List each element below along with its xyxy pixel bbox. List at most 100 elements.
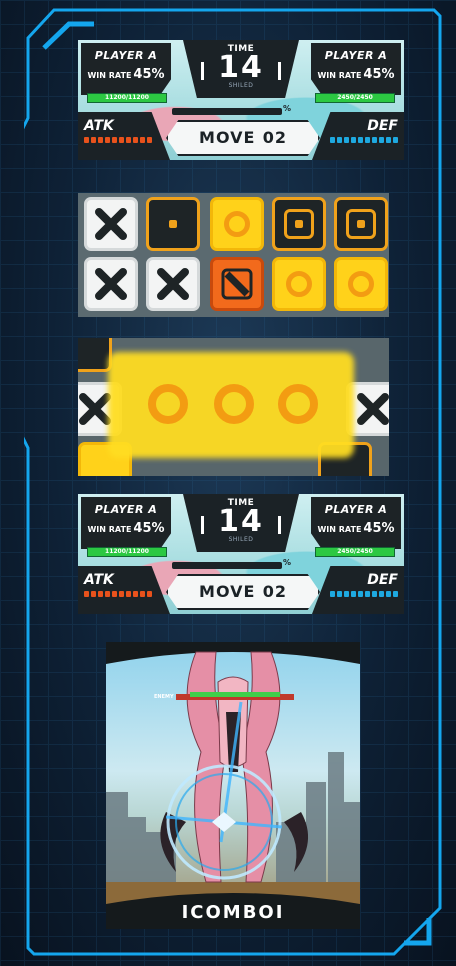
atk-pip <box>126 137 131 143</box>
winrate-value: 45% <box>363 521 395 536</box>
def-pip <box>365 137 370 143</box>
move-counter: MOVE 02 <box>166 120 320 156</box>
tile-board-blurred <box>78 338 389 476</box>
x-icon <box>157 268 189 300</box>
player-left-winrate: WIN RATE 45% <box>81 521 171 536</box>
winrate-value: 45% <box>133 67 165 82</box>
target-icon <box>348 271 374 297</box>
atk-pip <box>105 591 110 597</box>
tile-dot[interactable] <box>334 197 388 251</box>
tile-x[interactable] <box>84 197 138 251</box>
player-left-box: PLAYER A WIN RATE 45% <box>81 497 171 549</box>
player-left-hp-bar: 11200/11200 <box>87 547 167 557</box>
atk-pip <box>140 591 145 597</box>
atk-pip <box>133 591 138 597</box>
player-right-name: PLAYER A <box>324 503 388 516</box>
enemy-label: ENEMY <box>154 694 174 700</box>
winrate-value: 45% <box>133 521 165 536</box>
def-pip <box>365 591 370 597</box>
def-pip <box>344 591 349 597</box>
atk-pip <box>133 137 138 143</box>
atk-pips <box>84 137 152 143</box>
percent-sign: % <box>283 104 292 113</box>
player-right-box: PLAYER A WIN RATE 45% <box>311 43 401 95</box>
atk-pip <box>112 591 117 597</box>
slash-icon <box>221 268 253 300</box>
def-pip <box>330 137 335 143</box>
shield-bar <box>172 562 282 569</box>
tile-x[interactable] <box>146 257 200 311</box>
atk-label: ATK <box>84 118 114 134</box>
def-pip <box>337 137 342 143</box>
winrate-label: WIN RATE <box>317 525 362 534</box>
def-pips <box>330 137 398 143</box>
atk-pip <box>147 137 152 143</box>
tile-target[interactable] <box>210 197 264 251</box>
tile-x[interactable] <box>84 257 138 311</box>
shield-bar <box>172 108 282 115</box>
player-right-box: PLAYER A WIN RATE 45% <box>311 497 401 549</box>
timer-bar-right <box>278 516 281 534</box>
target-icon <box>224 211 250 237</box>
def-pip <box>379 137 384 143</box>
atk-pips <box>84 591 152 597</box>
tile-board[interactable] <box>78 193 389 317</box>
atk-label: ATK <box>84 572 114 588</box>
player-left-name: PLAYER A <box>94 49 158 62</box>
tile-target[interactable] <box>334 257 388 311</box>
atk-pip <box>91 591 96 597</box>
atk-pip <box>105 137 110 143</box>
shield-label: SHILED <box>228 82 254 89</box>
def-pip <box>358 591 363 597</box>
move-label: MOVE <box>199 128 256 147</box>
combo-text: ICOMBOI <box>181 902 285 923</box>
x-icon <box>357 393 389 425</box>
player-right-name: PLAYER A <box>324 49 388 62</box>
def-label: DEF <box>367 572 398 588</box>
player-right-winrate: WIN RATE 45% <box>311 67 401 82</box>
def-pip <box>337 591 342 597</box>
winrate-label: WIN RATE <box>87 525 132 534</box>
atk-pip <box>84 137 89 143</box>
def-pip <box>393 137 398 143</box>
tile-slash[interactable] <box>210 257 264 311</box>
tile-dot[interactable] <box>146 197 200 251</box>
move-value: 02 <box>262 128 287 147</box>
tile-target[interactable] <box>272 257 326 311</box>
timer-bar-right <box>278 62 281 80</box>
move-value: 02 <box>262 582 287 601</box>
winrate-label: WIN RATE <box>87 71 132 80</box>
def-pips <box>330 591 398 597</box>
atk-pip <box>119 591 124 597</box>
def-pip <box>344 137 349 143</box>
def-pip <box>351 137 356 143</box>
def-pip <box>330 591 335 597</box>
atk-pip <box>98 591 103 597</box>
def-pip <box>386 591 391 597</box>
hud-panel-top: PLAYER A WIN RATE 45% 11200/11200 TIME 14… <box>78 40 404 160</box>
atk-pip <box>112 137 117 143</box>
def-pip <box>351 591 356 597</box>
x-icon <box>79 393 111 425</box>
timer-box: TIME 14 SHILED <box>183 494 299 552</box>
winrate-value: 45% <box>363 67 395 82</box>
atk-pip <box>126 591 131 597</box>
battle-illustration <box>106 642 360 929</box>
player-right-winrate: WIN RATE 45% <box>311 521 401 536</box>
def-pip <box>372 591 377 597</box>
tile-dot <box>78 338 112 372</box>
def-pip <box>393 591 398 597</box>
player-left-hp-bar: 11200/11200 <box>87 93 167 103</box>
player-left-name: PLAYER A <box>94 503 158 516</box>
move-counter: MOVE 02 <box>166 574 320 610</box>
tile-dot[interactable] <box>272 197 326 251</box>
timer-box: TIME 14 SHILED <box>183 40 299 98</box>
def-pip <box>386 137 391 143</box>
target-icon <box>286 271 312 297</box>
timer-bar-left <box>201 516 204 534</box>
shield-label: SHILED <box>228 536 254 543</box>
target-icon <box>278 384 318 424</box>
target-icon <box>214 384 254 424</box>
battle-scene: ENEMY ICOMBOI <box>106 642 360 929</box>
def-pip <box>372 137 377 143</box>
